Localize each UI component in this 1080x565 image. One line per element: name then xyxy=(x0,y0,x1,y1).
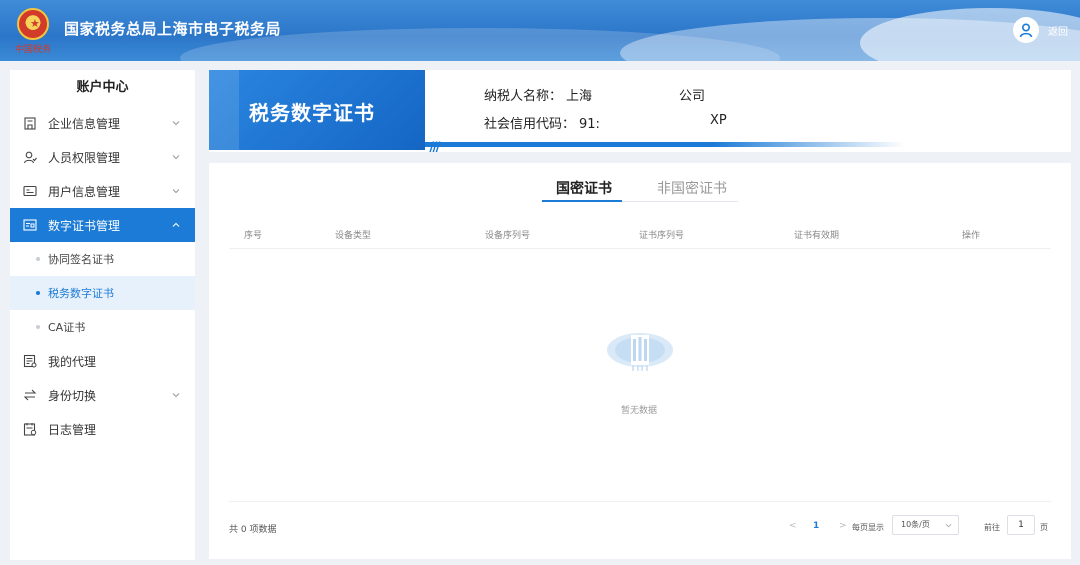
switch-icon xyxy=(22,387,38,403)
sidebar-title: 账户中心 xyxy=(76,80,129,95)
taxpayer-name-line: 纳税人名称： 上海 公司 xyxy=(484,85,705,104)
empty-state-text: 暂无数据 xyxy=(621,406,658,416)
credit-code-label: 社会信用代码： xyxy=(484,117,576,132)
banner-badge: 税务数字证书 xyxy=(209,70,425,150)
log-icon xyxy=(22,421,38,437)
certificate-tabs: 国密证书 非国密证书 xyxy=(542,178,738,202)
page-size-select[interactable]: 10条/页 xyxy=(892,515,959,535)
back-button[interactable]: 返回 xyxy=(1048,23,1068,38)
page-size-value: 10条/页 xyxy=(901,520,930,529)
next-page-button[interactable]: > xyxy=(839,521,847,531)
bullet-dot xyxy=(36,257,40,261)
banner-stripe xyxy=(425,142,905,147)
certificate-panel: 国密证书 非国密证书 序号 设备类型 设备序列号 证书序列号 证书有效期 操作 … xyxy=(209,163,1071,559)
bullet-dot xyxy=(36,325,40,329)
header-decoration xyxy=(860,8,1080,61)
column-header: 操作 xyxy=(962,231,981,241)
user-avatar-icon[interactable] xyxy=(1013,17,1039,43)
banner-slash-decoration: /// xyxy=(429,140,440,152)
sidebar-subitem-ca-cert[interactable]: CA证书 xyxy=(10,310,195,344)
certificate-banner: 税务数字证书 /// 纳税人名称： 上海 公司 社会信用代码： 91: XP xyxy=(209,70,1071,152)
badge-decoration xyxy=(209,70,239,150)
sidebar-item-label: 身份切换 xyxy=(48,388,97,403)
empty-state-icon xyxy=(607,333,673,371)
divider xyxy=(229,501,1051,502)
taxpayer-name-value-suffix: 公司 xyxy=(679,89,706,104)
sidebar-item-label: 企业信息管理 xyxy=(48,116,121,131)
sidebar-subitem-tax-digital-cert[interactable]: 税务数字证书 xyxy=(10,276,195,310)
column-header: 序号 xyxy=(244,231,263,241)
chevron-down-icon xyxy=(172,155,180,160)
chevron-down-icon xyxy=(172,121,180,126)
tab-guomi-cert[interactable]: 国密证书 xyxy=(556,178,612,198)
agent-icon xyxy=(22,353,38,369)
sidebar-item-identity-switch[interactable]: 身份切换 xyxy=(10,378,195,412)
page-size-label: 每页显示 xyxy=(852,523,884,532)
emblem-disc: ★ xyxy=(17,8,49,40)
goto-label: 前往 xyxy=(984,523,1000,532)
sidebar-item-label: 数字证书管理 xyxy=(48,218,121,233)
tab-non-guomi-cert[interactable]: 非国密证书 xyxy=(657,178,727,198)
sidebar-item-my-agent[interactable]: 我的代理 xyxy=(10,344,195,378)
chevron-up-icon xyxy=(172,222,180,227)
credit-code-value: 91: xyxy=(579,117,600,132)
sidebar-item-personnel-permission[interactable]: 人员权限管理 xyxy=(10,140,195,174)
user-permission-icon xyxy=(22,149,38,165)
chevron-down-icon xyxy=(945,523,952,528)
building-icon xyxy=(22,115,38,131)
sidebar-subitem-label: CA证书 xyxy=(48,321,86,334)
sidebar: 账户中心 企业信息管理 人员权限管理 用户信息管理 数字证书管理 协同签名证书 xyxy=(10,70,195,560)
tax-emblem-logo: ★ 中国税务 xyxy=(14,8,52,55)
sidebar-item-label: 人员权限管理 xyxy=(48,150,121,165)
sidebar-item-user-info[interactable]: 用户信息管理 xyxy=(10,174,195,208)
active-tab-indicator xyxy=(542,200,622,202)
sidebar-item-label: 用户信息管理 xyxy=(48,184,121,199)
star-icon: ★ xyxy=(30,17,40,30)
sidebar-subitem-label: 税务数字证书 xyxy=(48,287,114,300)
column-header: 证书序列号 xyxy=(639,231,685,241)
credit-code-value-suffix: XP xyxy=(710,113,727,128)
banner-title: 税务数字证书 xyxy=(249,101,375,125)
prev-page-button[interactable]: < xyxy=(789,521,797,531)
goto-page-input[interactable] xyxy=(1007,515,1035,535)
id-card-icon xyxy=(22,183,38,199)
certificate-icon xyxy=(22,217,38,233)
sidebar-item-label: 我的代理 xyxy=(48,354,97,369)
table-header: 序号 设备类型 设备序列号 证书序列号 证书有效期 操作 xyxy=(229,219,1051,249)
chevron-down-icon xyxy=(172,189,180,194)
taxpayer-name-label: 纳税人名称： xyxy=(484,89,563,104)
emblem-caption: 中国税务 xyxy=(14,45,51,55)
sidebar-item-enterprise-info[interactable]: 企业信息管理 xyxy=(10,106,195,140)
sidebar-item-digital-certificate[interactable]: 数字证书管理 xyxy=(10,208,195,242)
total-count: 共 0 项数据 xyxy=(229,525,277,535)
page-suffix: 页 xyxy=(1040,523,1048,532)
sidebar-subitem-collab-sign-cert[interactable]: 协同签名证书 xyxy=(10,242,195,276)
sidebar-subitem-label: 协同签名证书 xyxy=(48,253,114,266)
bullet-dot xyxy=(36,291,40,295)
sidebar-item-log-management[interactable]: 日志管理 xyxy=(10,412,195,446)
user-icon xyxy=(1019,23,1033,38)
column-header: 证书有效期 xyxy=(794,231,840,241)
taxpayer-name-value: 上海 xyxy=(566,89,593,104)
page-number[interactable]: 1 xyxy=(813,521,819,531)
top-header: ★ 中国税务 国家税务总局上海市电子税务局 返回 xyxy=(0,0,1080,61)
credit-code-line: 社会信用代码： 91: XP xyxy=(484,113,727,132)
column-header: 设备类型 xyxy=(335,231,372,241)
chevron-down-icon xyxy=(172,393,180,398)
column-header: 设备序列号 xyxy=(485,231,531,241)
sidebar-item-label: 日志管理 xyxy=(48,422,97,437)
site-title: 国家税务总局上海市电子税务局 xyxy=(64,20,282,38)
